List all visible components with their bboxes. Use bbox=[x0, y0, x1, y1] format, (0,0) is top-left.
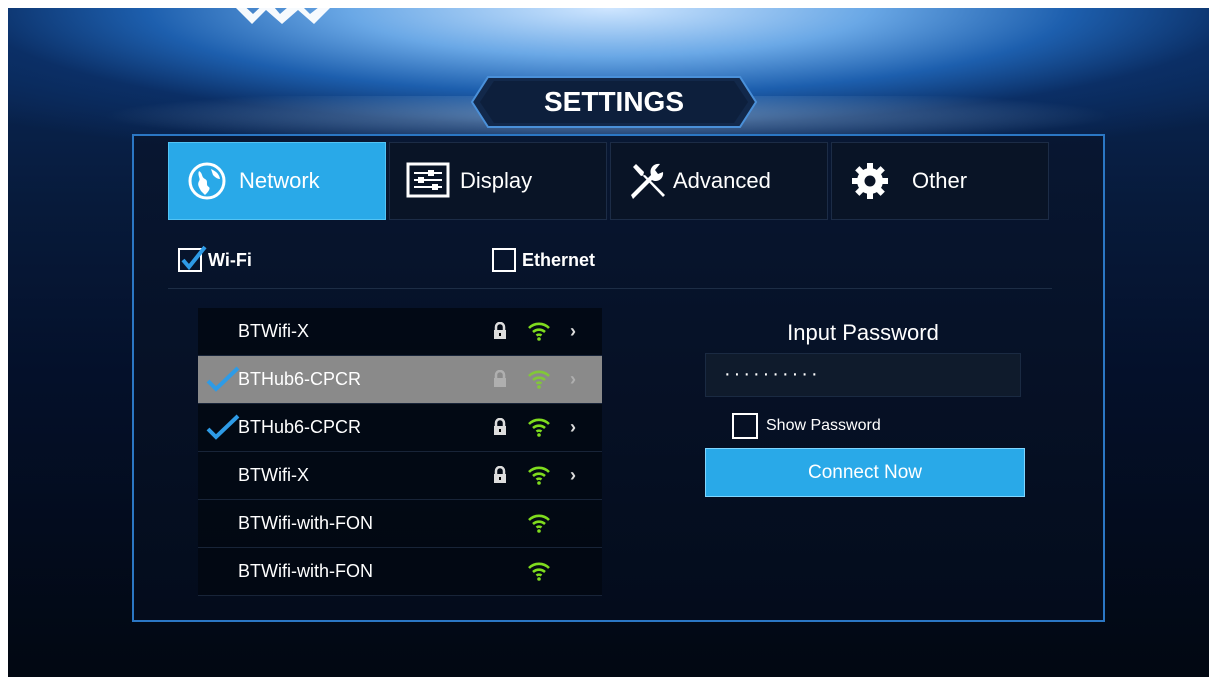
chevron-right-icon: › bbox=[570, 465, 576, 485]
tv-screen: SETTINGS Network Display Advanced Other … bbox=[8, 8, 1209, 677]
ethernet-label: Ethernet bbox=[522, 249, 596, 270]
network-row-btwifi-x[interactable]: BTWifi-X › bbox=[198, 308, 602, 356]
wifi-signal-icon bbox=[527, 513, 551, 538]
lock-icon bbox=[493, 369, 507, 393]
sliders-icon bbox=[404, 157, 452, 205]
tab-network[interactable]: Network bbox=[168, 142, 386, 220]
check-icon bbox=[206, 366, 240, 397]
lock-icon bbox=[493, 321, 507, 345]
lock-icon bbox=[493, 417, 507, 441]
network-name: BTWifi-with-FON bbox=[238, 561, 373, 581]
show-password-label: Show Password bbox=[766, 417, 881, 434]
network-row-btwifi-x[interactable]: BTWifi-X › bbox=[198, 452, 602, 500]
tab-label: Other bbox=[912, 168, 968, 193]
show-password-toggle[interactable]: Show Password bbox=[732, 411, 881, 441]
tab-label: Advanced bbox=[673, 168, 771, 193]
ethernet-toggle[interactable]: Ethernet bbox=[492, 244, 595, 276]
password-title: Input Password bbox=[787, 320, 939, 345]
page-title: SETTINGS bbox=[543, 86, 684, 117]
wifi-signal-icon bbox=[527, 369, 551, 394]
wifi-toggle[interactable]: Wi-Fi bbox=[178, 244, 252, 276]
lock-icon bbox=[493, 465, 507, 489]
network-row-btwifi-with-fon[interactable]: BTWifi-with-FON bbox=[198, 548, 602, 596]
network-name: BTWifi-X bbox=[238, 465, 309, 485]
password-input[interactable]: ·········· bbox=[705, 353, 1021, 397]
gear-icon bbox=[846, 157, 894, 205]
network-row-btwifi-with-fon[interactable]: BTWifi-with-FON bbox=[198, 500, 602, 548]
wifi-checkbox[interactable] bbox=[178, 245, 207, 272]
show-password-checkbox[interactable] bbox=[732, 413, 758, 439]
wifi-signal-icon bbox=[527, 417, 551, 442]
tab-label: Display bbox=[460, 168, 533, 193]
tab-other[interactable]: Other bbox=[831, 142, 1049, 220]
wifi-signal-icon bbox=[527, 321, 551, 346]
settings-panel: Network Display Advanced Other Wi-Fi Eth… bbox=[132, 134, 1105, 622]
tab-display[interactable]: Display bbox=[389, 142, 607, 220]
title-banner: SETTINGS bbox=[470, 75, 758, 129]
tab-label: Network bbox=[239, 168, 320, 193]
network-name: BTWifi-X bbox=[238, 321, 309, 341]
brush-stroke bbox=[236, 8, 330, 24]
chevron-right-icon: › bbox=[570, 321, 576, 341]
wifi-signal-icon bbox=[527, 465, 551, 490]
chevron-right-icon: › bbox=[570, 417, 576, 437]
check-icon bbox=[181, 245, 207, 271]
network-row-bthub6-cpcr[interactable]: BTHub6-CPCR › bbox=[198, 356, 602, 404]
network-name: BTHub6-CPCR bbox=[238, 417, 362, 437]
globe-icon bbox=[183, 157, 231, 205]
connect-now-button[interactable]: Connect Now bbox=[705, 448, 1025, 497]
wifi-network-list: BTWifi-X › BTHub6-CPCR › BTHub6-CPCR › B… bbox=[198, 308, 602, 596]
network-name: BTHub6-CPCR bbox=[238, 369, 362, 389]
wifi-signal-icon bbox=[527, 561, 551, 586]
chevron-right-icon: › bbox=[570, 369, 576, 389]
check-icon bbox=[206, 414, 240, 445]
network-name: BTWifi-with-FON bbox=[238, 513, 373, 533]
section-divider bbox=[168, 288, 1052, 289]
tab-advanced[interactable]: Advanced bbox=[610, 142, 828, 220]
tools-icon bbox=[625, 157, 673, 205]
wifi-label: Wi-Fi bbox=[208, 249, 252, 270]
network-row-bthub6-cpcr[interactable]: BTHub6-CPCR › bbox=[198, 404, 602, 452]
settings-tabs: Network Display Advanced Other bbox=[168, 142, 1050, 222]
ethernet-checkbox[interactable] bbox=[492, 248, 516, 272]
